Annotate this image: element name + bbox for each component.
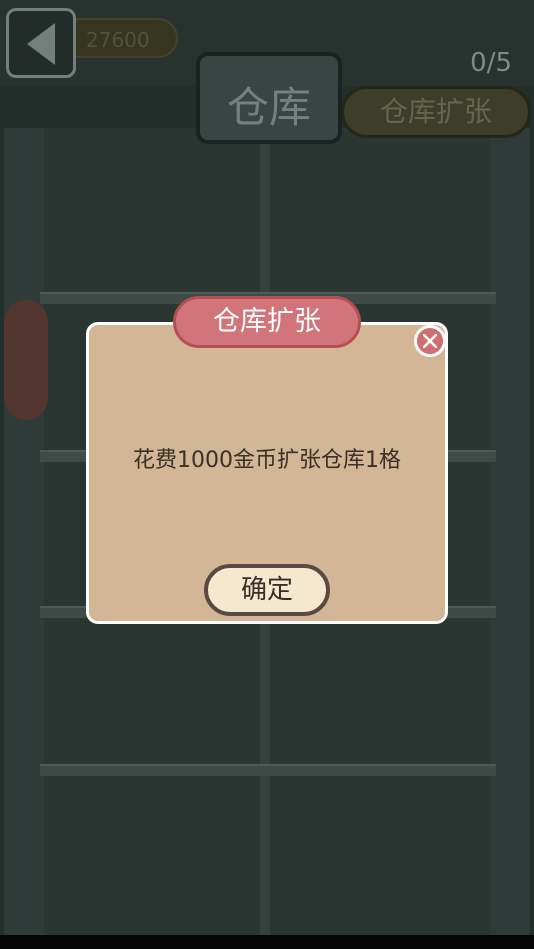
dialog-title: 仓库扩张 <box>173 296 361 348</box>
confirm-button[interactable]: 确定 <box>204 564 330 616</box>
bottom-bar <box>0 935 534 949</box>
dialog-message: 花费1000金币扩张仓库1格 <box>133 448 401 473</box>
close-icon <box>423 334 437 348</box>
close-button[interactable] <box>414 325 446 357</box>
